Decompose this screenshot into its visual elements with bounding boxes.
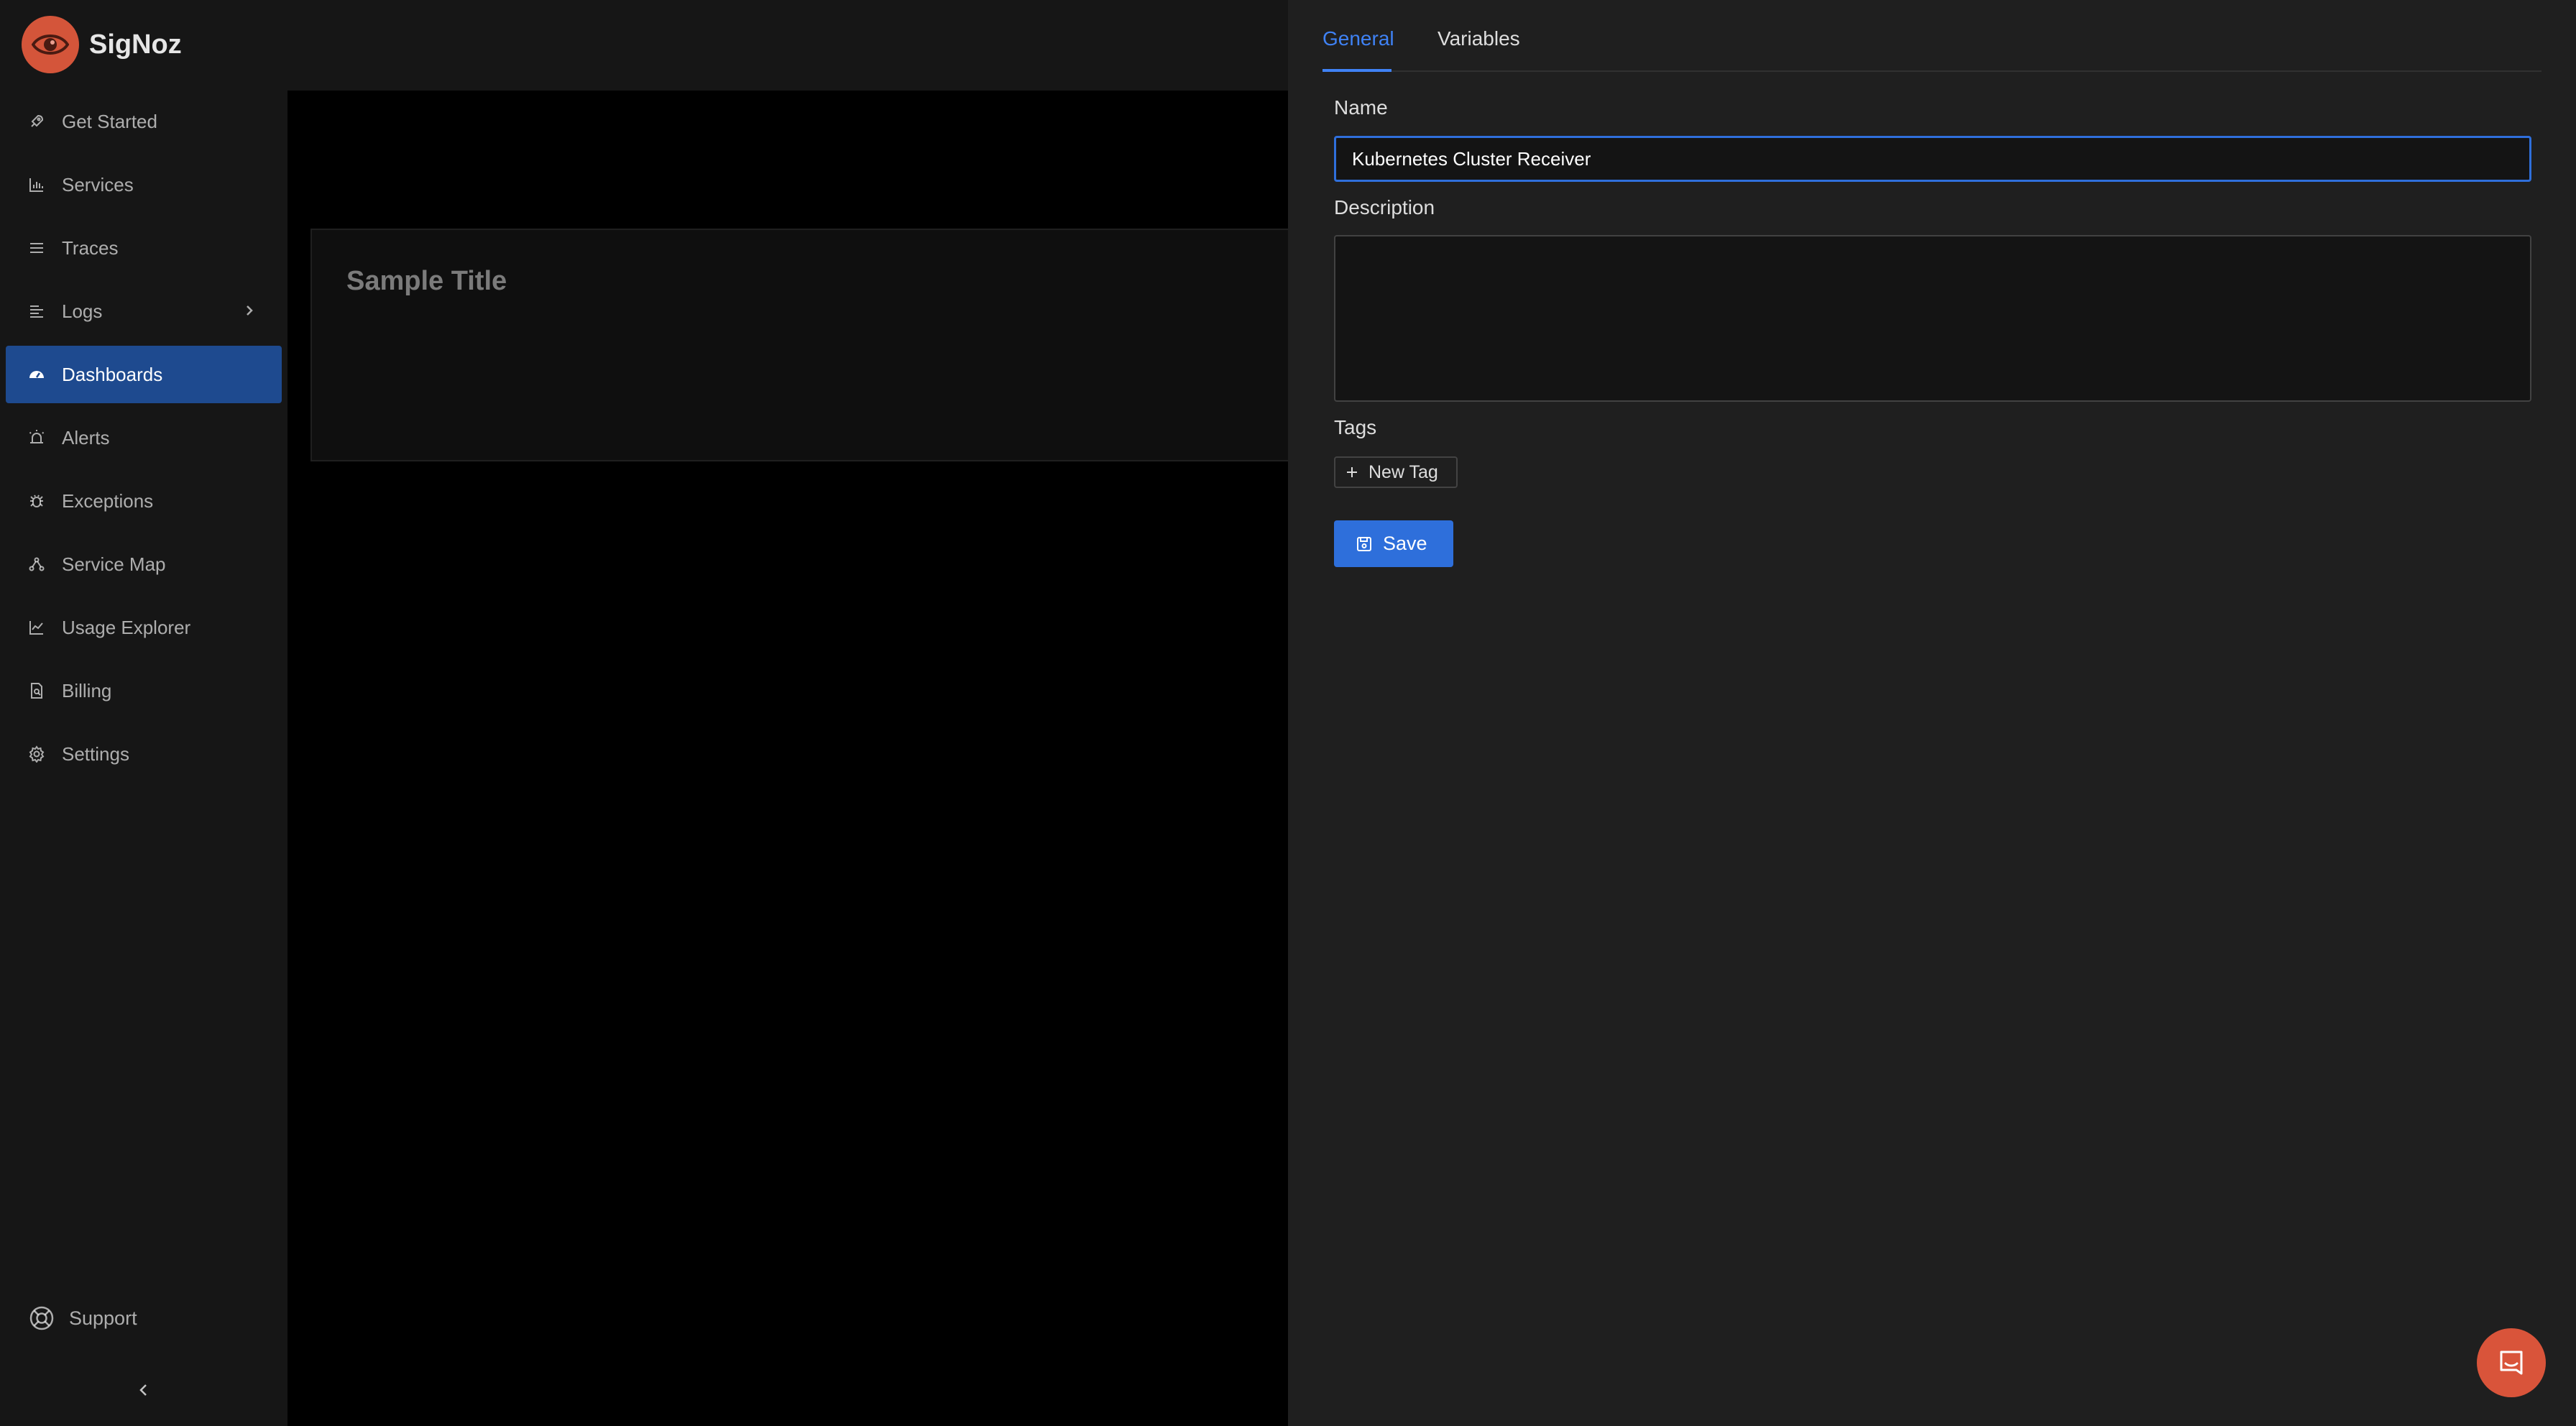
sidebar-item-label: Settings — [62, 742, 129, 765]
sidebar-item-dashboards[interactable]: Dashboards — [6, 346, 282, 403]
alarm-icon — [27, 428, 46, 447]
tags-label: Tags — [1334, 416, 1377, 438]
sidebar-item-label: Billing — [62, 679, 112, 702]
dashboard-widget[interactable]: Sample Title — [310, 229, 1317, 461]
align-left-icon — [27, 302, 46, 321]
rocket-icon — [27, 112, 46, 131]
new-tag-label: New Tag — [1368, 461, 1438, 482]
file-search-icon — [27, 681, 46, 700]
active-tab-indicator — [1322, 69, 1392, 72]
main-header — [288, 0, 1288, 91]
bug-icon — [27, 492, 46, 510]
chevron-left-icon — [134, 1380, 154, 1400]
save-label: Save — [1383, 533, 1427, 554]
plus-icon — [1346, 466, 1358, 479]
description-label: Description — [1334, 196, 1435, 218]
sidebar-item-exceptions[interactable]: Exceptions — [6, 472, 282, 530]
sidebar-item-label: Get Started — [62, 110, 157, 132]
sidebar-item-label: Usage Explorer — [62, 616, 191, 638]
sidebar-item-label: Logs — [62, 300, 103, 322]
line-chart-icon — [27, 618, 46, 637]
sidebar-item-label: Services — [62, 173, 134, 196]
widget-title: Sample Title — [346, 266, 507, 296]
dashboard-description-input[interactable] — [1334, 235, 2531, 402]
new-tag-button[interactable]: New Tag — [1334, 456, 1458, 488]
collapse-sidebar-button[interactable] — [134, 1380, 154, 1400]
list-icon — [27, 239, 46, 257]
bar-chart-icon — [27, 175, 46, 194]
sidebar: SigNoz Get Started Services Traces Logs — [0, 0, 288, 1426]
sidebar-item-logs[interactable]: Logs — [6, 282, 282, 340]
name-label: Name — [1334, 96, 1388, 119]
support-label: Support — [69, 1307, 137, 1329]
sidebar-item-settings[interactable]: Settings — [6, 725, 282, 783]
sidebar-item-traces[interactable]: Traces — [6, 219, 282, 277]
chat-support-button[interactable] — [2477, 1328, 2546, 1397]
tab-variables[interactable]: Variables — [1438, 27, 1520, 50]
sidebar-nav: Get Started Services Traces Logs Dashboa… — [6, 93, 282, 788]
save-button[interactable]: Save — [1334, 520, 1453, 567]
signoz-eye-icon — [22, 16, 79, 73]
deployment-icon — [27, 555, 46, 574]
sidebar-item-billing[interactable]: Billing — [6, 662, 282, 719]
lifebuoy-icon — [29, 1305, 55, 1331]
sidebar-item-services[interactable]: Services — [6, 156, 282, 213]
tab-general[interactable]: General — [1322, 27, 1394, 50]
app-name: SigNoz — [89, 29, 182, 60]
sidebar-item-usage-explorer[interactable]: Usage Explorer — [6, 599, 282, 656]
sidebar-item-label: Traces — [62, 236, 119, 259]
chevron-right-icon — [242, 301, 257, 320]
sidebar-item-label: Exceptions — [62, 489, 154, 512]
sidebar-item-label: Service Map — [62, 553, 166, 575]
dashboard-name-input[interactable] — [1334, 136, 2531, 182]
app-logo[interactable]: SigNoz — [22, 16, 182, 73]
chat-icon — [2496, 1348, 2526, 1378]
dashboard-settings-drawer: General Variables Name Description Tags … — [1288, 0, 2576, 1426]
settings-tabs: General Variables — [1322, 0, 2542, 72]
support-link[interactable]: Support — [29, 1305, 137, 1331]
sidebar-item-alerts[interactable]: Alerts — [6, 409, 282, 466]
sidebar-item-get-started[interactable]: Get Started — [6, 93, 282, 150]
save-icon — [1356, 535, 1373, 553]
gear-icon — [27, 745, 46, 763]
sidebar-item-label: Dashboards — [62, 363, 163, 385]
sidebar-item-label: Alerts — [62, 426, 110, 448]
sidebar-item-service-map[interactable]: Service Map — [6, 535, 282, 593]
dashboard-icon — [27, 365, 46, 384]
